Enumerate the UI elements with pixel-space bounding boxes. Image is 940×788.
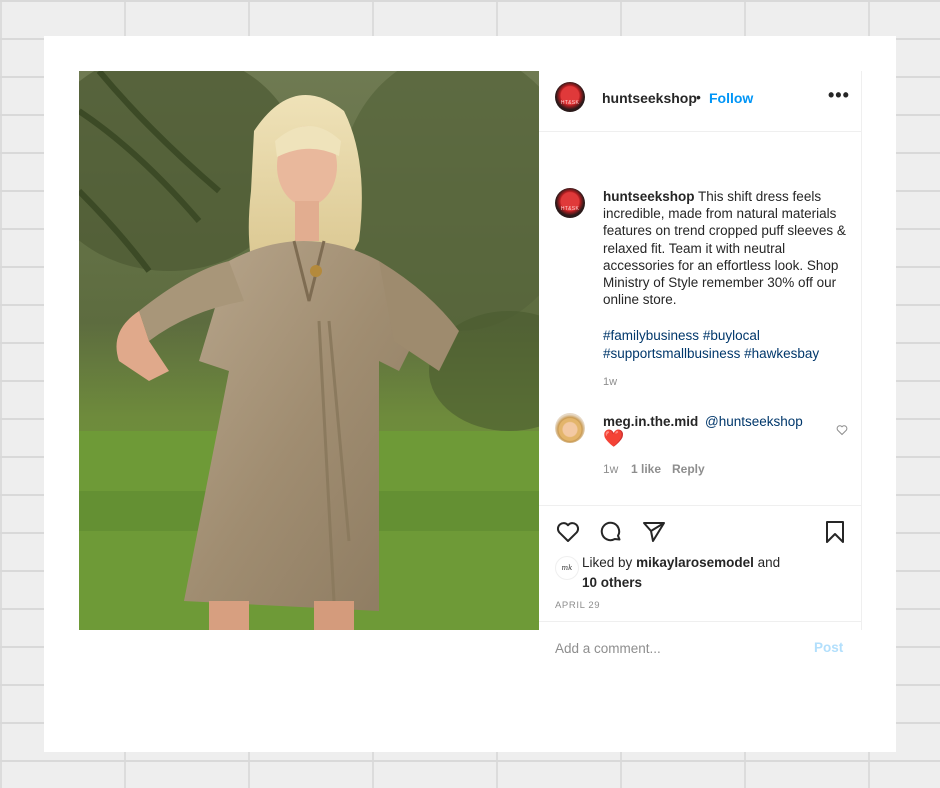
avatar-text: HT&SK: [560, 206, 580, 212]
likes-joiner: and: [757, 555, 781, 570]
hashtag-link[interactable]: #buylocal: [703, 328, 760, 343]
likes-others[interactable]: 10 others: [582, 575, 642, 590]
divider: [539, 621, 861, 622]
comment-icon[interactable]: [599, 520, 623, 549]
author-username[interactable]: huntseekshop: [602, 90, 697, 106]
liker-username[interactable]: mikaylarosemodel: [636, 555, 754, 570]
separator-dot: •: [696, 89, 701, 105]
photo-illustration: [79, 71, 539, 630]
heart-icon[interactable]: [556, 520, 580, 549]
post-header: HT&SK huntseekshop • Follow •••: [539, 71, 861, 132]
hashtag-link[interactable]: #hawkesbay: [744, 346, 819, 361]
comment-username[interactable]: meg.in.the.mid: [603, 414, 698, 429]
post-comment-button[interactable]: Post: [814, 640, 843, 655]
author-avatar[interactable]: HT&SK: [555, 82, 585, 112]
caption-avatar[interactable]: HT&SK: [555, 188, 585, 218]
caption-hashtags: #familybusiness #buylocal #supportsmallb…: [603, 327, 853, 362]
post-card: HT&SK huntseekshop • Follow ••• HT&SK hu…: [44, 36, 896, 752]
follow-button[interactable]: Follow: [709, 90, 753, 106]
likes-summary: Liked by mikaylarosemodel and 10 others: [582, 553, 842, 592]
likes-prefix: Liked by: [582, 555, 633, 570]
bookmark-icon[interactable]: [823, 520, 847, 549]
comment-like-icon[interactable]: [836, 423, 848, 441]
add-comment-input[interactable]: [555, 637, 795, 659]
comment-timestamp[interactable]: 1w: [603, 462, 618, 476]
caption-text: This shift dress feels incredible, made …: [603, 189, 846, 308]
hashtag-link[interactable]: #familybusiness: [603, 328, 699, 343]
reply-button[interactable]: Reply: [672, 462, 705, 476]
post-date[interactable]: APRIL 29: [555, 600, 600, 611]
post-photo[interactable]: [79, 71, 539, 630]
divider: [539, 505, 861, 506]
share-icon[interactable]: [642, 520, 666, 549]
caption-timestamp[interactable]: 1w: [603, 376, 617, 388]
comment-mention[interactable]: @huntseekshop: [705, 414, 803, 429]
avatar-text: HT&SK: [560, 100, 580, 106]
commenter-avatar[interactable]: [555, 413, 585, 443]
caption-username[interactable]: huntseekshop: [603, 189, 695, 204]
more-icon[interactable]: •••: [828, 85, 850, 106]
hashtag-link[interactable]: #supportsmallbusiness: [603, 346, 740, 361]
liker-avatar[interactable]: mk: [555, 556, 579, 580]
post-side-panel: HT&SK huntseekshop • Follow ••• HT&SK hu…: [539, 71, 862, 659]
comment-emoji: ❤️: [603, 429, 625, 448]
post-caption: huntseekshop This shift dress feels incr…: [603, 188, 853, 308]
comment-likes[interactable]: 1 like: [631, 462, 661, 476]
